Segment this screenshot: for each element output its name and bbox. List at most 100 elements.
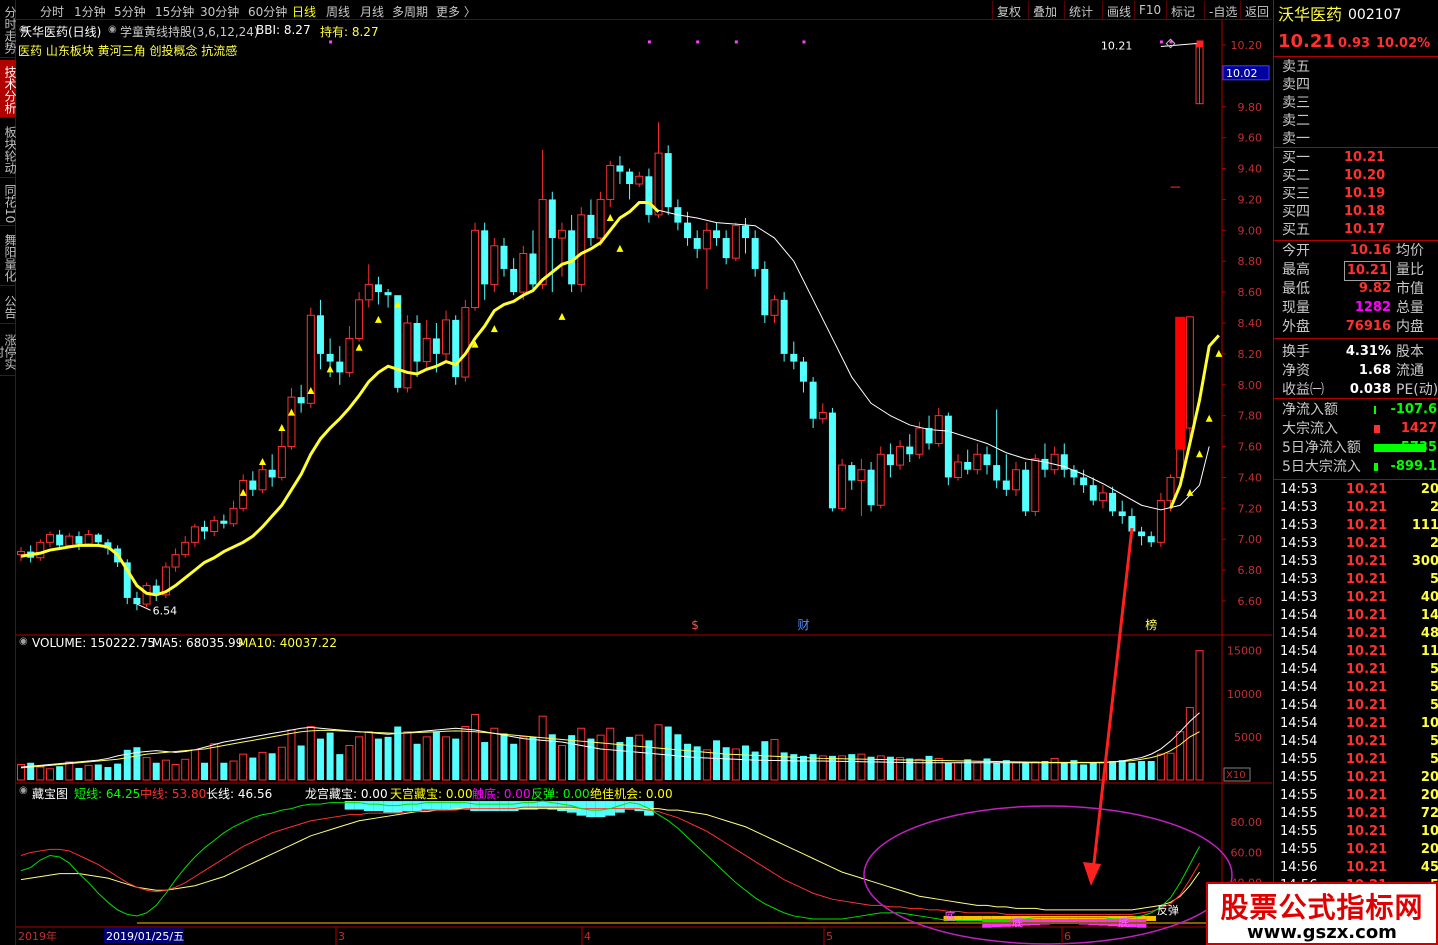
left-tab-2[interactable]: 板块轮动	[0, 120, 17, 178]
period-7[interactable]: 周线	[326, 3, 350, 20]
toolbar-right-7[interactable]: 返回	[1240, 1, 1273, 19]
hold-value: 持有: 8.27	[320, 25, 379, 39]
left-tab-4[interactable]: 舞阳量化	[0, 228, 17, 286]
volume-bar	[973, 762, 982, 781]
period-1[interactable]: 1分钟	[74, 3, 106, 20]
event-marker[interactable]: 榜	[1145, 617, 1157, 632]
candle-body	[770, 299, 779, 316]
red-arrow-shaft	[1091, 527, 1134, 873]
left-tab-3[interactable]: 同花10	[0, 180, 17, 226]
period-10[interactable]: 更多 〉	[436, 3, 476, 20]
period-8[interactable]: 月线	[360, 3, 384, 20]
volume-bar	[1176, 731, 1185, 781]
volume-bar	[432, 731, 440, 780]
treasure-block	[392, 801, 403, 813]
toolbar-right-0[interactable]: 复权	[992, 1, 1025, 19]
treasure-tag: 底	[1012, 915, 1023, 929]
candle-body	[326, 353, 334, 362]
tick-volume: 5	[1429, 734, 1438, 749]
tick-volume: 40	[1420, 590, 1438, 605]
volume-bar	[45, 768, 54, 781]
top-event-dot	[802, 40, 806, 44]
candle-body	[693, 238, 701, 249]
stock-code: 002107	[1348, 7, 1402, 23]
candle-body	[790, 353, 798, 362]
period-5[interactable]: 60分钟	[248, 3, 287, 20]
toolbar-right-1[interactable]: 叠加	[1028, 1, 1061, 19]
cursor-price-label: 10.02	[1226, 67, 1258, 80]
period-9[interactable]: 多周期	[392, 3, 428, 20]
treasure-item-3: 龙宫藏宝: 0.00	[305, 787, 388, 801]
buy-level-2: 买三 10.19	[1274, 185, 1438, 203]
treasure-block	[557, 801, 567, 812]
toolbar-right-6[interactable]: -自选	[1204, 1, 1241, 19]
volume-bar	[1128, 762, 1136, 780]
volume-bar	[596, 734, 605, 781]
treasure-item-4: 天宫藏宝: 0.00	[390, 787, 473, 801]
volume-bar	[896, 757, 905, 781]
event-marker[interactable]: $	[691, 618, 699, 632]
flow-row-2: 5日净流入额 -5735	[1274, 439, 1438, 457]
left-tab-6[interactable]: 涨停实时	[0, 326, 17, 376]
price-tick-label: 8.40	[1238, 317, 1263, 330]
volume-bar	[1041, 761, 1049, 780]
stat-label-right: 流通	[1396, 363, 1424, 379]
left-tab-0[interactable]: 分时走势	[0, 0, 17, 58]
tick-row-3: 14:53 10.21 2	[1274, 535, 1438, 553]
candle-body	[413, 323, 421, 362]
buy-signal-arrow	[355, 343, 363, 351]
separator	[1274, 147, 1438, 148]
treasure-tick-label: 80.00	[1231, 816, 1263, 829]
period-6[interactable]: 日线	[292, 3, 316, 20]
volume-bar	[1080, 764, 1088, 780]
tick-time: 14:54	[1280, 608, 1318, 623]
candle-body	[500, 245, 508, 269]
volume-bar	[306, 726, 315, 781]
left-tab-1[interactable]: 技术分析	[0, 60, 17, 118]
toolbar-right-3[interactable]: 画线	[1102, 1, 1135, 19]
tick-price: 10.21	[1346, 698, 1388, 713]
kline-chart[interactable]: 10.2010.009.809.609.409.209.008.808.608.…	[16, 20, 1272, 945]
toolbar-right-4[interactable]: F10	[1134, 1, 1165, 19]
price-pct: 10.02%	[1376, 36, 1431, 51]
volume-bar	[1156, 753, 1165, 781]
period-4[interactable]: 30分钟	[200, 3, 239, 20]
event-marker[interactable]: 财	[797, 618, 809, 632]
stat-value: 10.16	[1349, 243, 1391, 258]
price-tick-label: 8.00	[1238, 379, 1263, 392]
candle-body	[751, 238, 759, 269]
candle-body	[1041, 458, 1049, 470]
volume-bar	[277, 746, 286, 781]
flow-value: -899.1	[1390, 459, 1437, 474]
volume-bar	[114, 763, 122, 780]
volume-bar	[422, 736, 431, 781]
volume-bar	[490, 727, 499, 781]
sell-level-4: 卖一	[1274, 130, 1438, 148]
tick-price: 10.21	[1346, 644, 1388, 659]
period-3[interactable]: 15分钟	[155, 3, 194, 20]
volume-bar	[1060, 762, 1068, 780]
tick-price: 10.21	[1346, 608, 1388, 623]
period-0[interactable]: 分时	[40, 3, 64, 20]
tick-row-16: 14:55 10.21 20	[1274, 769, 1438, 787]
volume-bar	[510, 743, 518, 780]
flow-value: -5735	[1395, 440, 1437, 455]
left-tab-5[interactable]: 公告	[0, 288, 17, 324]
candle-body	[452, 319, 460, 378]
candle-body	[780, 299, 788, 354]
candle-body	[538, 198, 547, 285]
toolbar-right-5[interactable]: 标记	[1166, 1, 1199, 19]
candle-body	[925, 428, 933, 444]
candle-body	[857, 469, 866, 482]
tick-time: 14:55	[1280, 788, 1318, 803]
volume-bar	[1166, 752, 1175, 781]
treasure-tag: 反弹	[1157, 903, 1179, 917]
price-tick-label: 9.80	[1238, 101, 1263, 114]
candle-body	[809, 381, 817, 419]
volume-bar	[1050, 757, 1059, 781]
toolbar-right-2[interactable]: 统计	[1064, 1, 1097, 19]
tick-price: 10.21	[1346, 590, 1388, 605]
volume-bar	[161, 759, 170, 781]
price-tick-label: 9.20	[1238, 193, 1263, 206]
period-2[interactable]: 5分钟	[114, 3, 146, 20]
